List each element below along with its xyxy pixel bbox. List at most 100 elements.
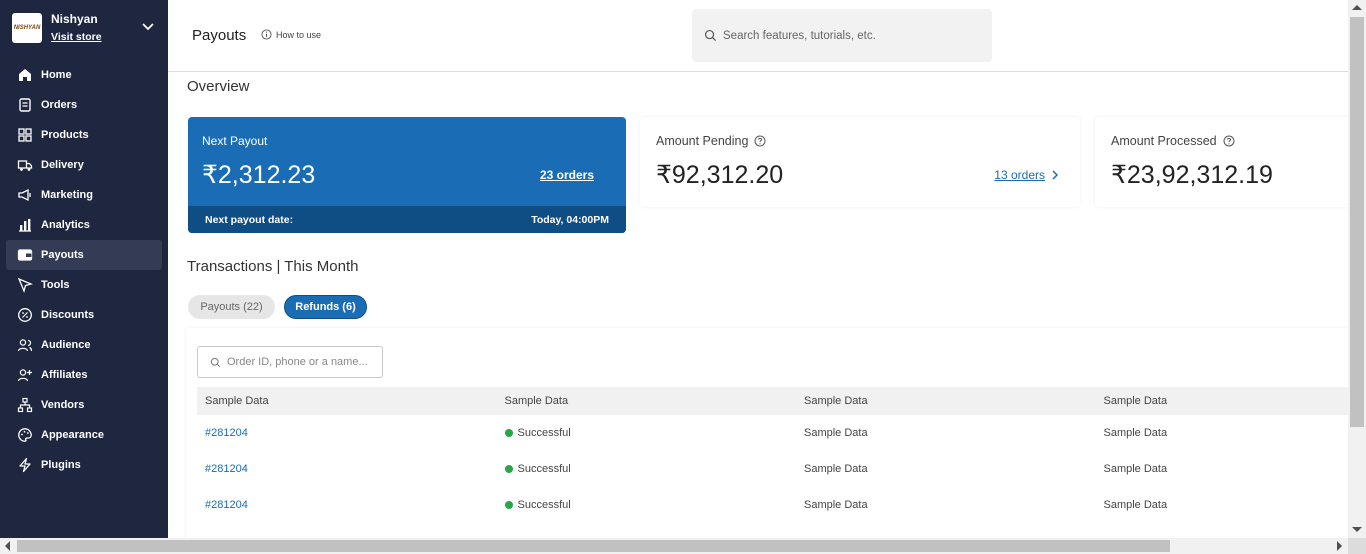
table-header: Sample Data Sample Data Sample Data Samp… [197, 387, 1348, 415]
sidebar-item-label: Plugins [41, 459, 81, 471]
users-icon [17, 339, 33, 352]
status-dot [504, 429, 513, 437]
pending-orders-link[interactable]: 13 orders [994, 168, 1060, 182]
amount-processed-label: Amount Processed [1111, 134, 1235, 148]
status-cell: Successful [497, 463, 797, 475]
next-payout-label: Next Payout [202, 134, 268, 148]
how-to-use-link[interactable]: How to use [261, 29, 321, 40]
store-logo: NISHYAN [12, 13, 42, 43]
scroll-right-arrow-icon[interactable] [1337, 541, 1342, 551]
sidebar-item-label: Audience [41, 339, 91, 351]
chevron-down-icon[interactable] [140, 18, 156, 34]
order-id-link[interactable]: #281204 [197, 427, 497, 439]
status-text: Successful [517, 499, 571, 511]
order-search[interactable] [197, 346, 383, 378]
vertical-scroll-thumb[interactable] [1350, 17, 1364, 427]
order-id-link[interactable]: #281204 [197, 499, 497, 511]
sidebar-item-vendors[interactable]: Vendors [6, 390, 162, 420]
status-dot [504, 501, 513, 509]
sidebar-item-discounts[interactable]: Discounts [6, 300, 162, 330]
chevron-right-icon [1052, 170, 1059, 180]
table-row[interactable]: #281204 Successful Sample Data Sample Da… [197, 415, 1348, 451]
table-row[interactable]: #281204 Successful Sample Data Sample Da… [197, 451, 1348, 487]
status-cell: Successful [497, 499, 797, 511]
sidebar-item-audience[interactable]: Audience [6, 330, 162, 360]
next-payout-card: Next Payout ₹2,312.23 23 orders Next pay… [188, 117, 626, 233]
transactions-panel: Sample Data Sample Data Sample Data Samp… [186, 328, 1348, 538]
sidebar-item-analytics[interactable]: Analytics [6, 210, 162, 240]
discount-icon [18, 308, 32, 322]
column-header: Sample Data [504, 395, 569, 407]
visit-store-link[interactable]: Visit store [51, 31, 102, 43]
table-cell: Sample Data [1103, 427, 1168, 439]
wallet-icon [17, 249, 33, 261]
sidebar-item-appearance[interactable]: Appearance [6, 420, 162, 450]
status-text: Successful [517, 463, 571, 475]
scroll-left-arrow-icon[interactable] [5, 541, 10, 551]
transactions-heading: Transactions | This Month [187, 258, 359, 275]
top-header: Payouts How to use [168, 0, 1348, 72]
sidebar-item-label: Products [41, 129, 89, 141]
main-content: Overview Next Payout ₹2,312.23 23 orders… [168, 73, 1348, 538]
amount-pending-label: Amount Pending [656, 134, 766, 148]
column-header: Sample Data [1103, 395, 1168, 407]
tab-refunds[interactable]: Refunds (6) [284, 295, 367, 319]
table-cell: Sample Data [1103, 499, 1168, 511]
table-row[interactable]: #281204 Successful Sample Data Sample Da… [197, 487, 1348, 523]
sidebar-item-label: Payouts [41, 249, 84, 261]
sidebar-item-label: Home [41, 69, 72, 81]
sidebar-item-payouts[interactable]: Payouts [6, 240, 162, 270]
sidebar-item-label: Analytics [41, 219, 90, 231]
order-search-input[interactable] [227, 356, 377, 368]
table-cell: Sample Data [804, 427, 868, 439]
amount-processed-card: Amount Processed ₹23,92,312.19 [1095, 117, 1348, 207]
scroll-up-arrow-icon[interactable] [1352, 5, 1362, 10]
sidebar-item-delivery[interactable]: Delivery [6, 150, 162, 180]
sidebar-item-marketing[interactable]: Marketing [6, 180, 162, 210]
horizontal-scroll-thumb[interactable] [17, 540, 1170, 552]
status-cell: Successful [497, 427, 797, 439]
column-header: Sample Data [205, 395, 269, 407]
next-payout-orders-link[interactable]: 23 orders [540, 168, 594, 182]
sidebar-item-plugins[interactable]: Plugins [6, 450, 162, 480]
amount-pending-label-text: Amount Pending [656, 134, 749, 148]
store-name: Nishyan [51, 12, 98, 26]
sidebar-item-label: Orders [41, 99, 78, 111]
table-cell: Sample Data [804, 499, 868, 511]
sidebar-item-tools[interactable]: Tools [6, 270, 162, 300]
next-payout-date-value: Today, 04:00PM [531, 213, 609, 226]
sidebar-item-home[interactable]: Home [6, 60, 162, 90]
table-cell: Sample Data [1103, 463, 1168, 475]
next-payout-footer: Next payout date: Today, 04:00PM [188, 206, 626, 233]
order-id-link[interactable]: #281204 [197, 463, 497, 475]
transactions-table: Sample Data Sample Data Sample Data Samp… [197, 387, 1348, 523]
global-search[interactable] [692, 9, 992, 62]
sidebar-item-label: Delivery [41, 159, 84, 171]
help-icon[interactable] [1223, 135, 1235, 147]
sidebar-item-affiliates[interactable]: Affiliates [6, 360, 162, 390]
tab-payouts[interactable]: Payouts (22) [188, 295, 275, 319]
amount-processed-label-text: Amount Processed [1111, 134, 1217, 148]
sidebar-item-label: Discounts [41, 309, 95, 321]
sidebar: NISHYAN Nishyan Visit store Home Orders … [0, 0, 168, 538]
scroll-down-arrow-icon[interactable] [1352, 527, 1362, 532]
next-payout-amount: ₹2,312.23 [202, 161, 316, 189]
overview-heading: Overview [187, 78, 250, 95]
global-search-input[interactable] [723, 29, 973, 42]
sidebar-item-products[interactable]: Products [6, 120, 162, 150]
network-icon [17, 397, 33, 413]
store-switcher[interactable]: NISHYAN Nishyan Visit store [12, 12, 162, 46]
vertical-scrollbar[interactable] [1348, 0, 1366, 538]
truck-icon [17, 160, 33, 171]
amount-processed-value: ₹23,92,312.19 [1111, 161, 1273, 189]
user-plus-icon [17, 369, 32, 382]
sidebar-item-orders[interactable]: Orders [6, 90, 162, 120]
info-icon [261, 29, 272, 40]
amount-pending-card: Amount Pending ₹92,312.20 13 orders [640, 117, 1080, 207]
next-payout-date-label: Next payout date: [205, 213, 294, 226]
search-icon [704, 29, 717, 42]
bolt-icon [19, 457, 31, 473]
help-icon[interactable] [754, 135, 766, 147]
horizontal-scrollbar[interactable] [0, 538, 1348, 554]
pending-orders-label: 13 orders [994, 168, 1045, 182]
